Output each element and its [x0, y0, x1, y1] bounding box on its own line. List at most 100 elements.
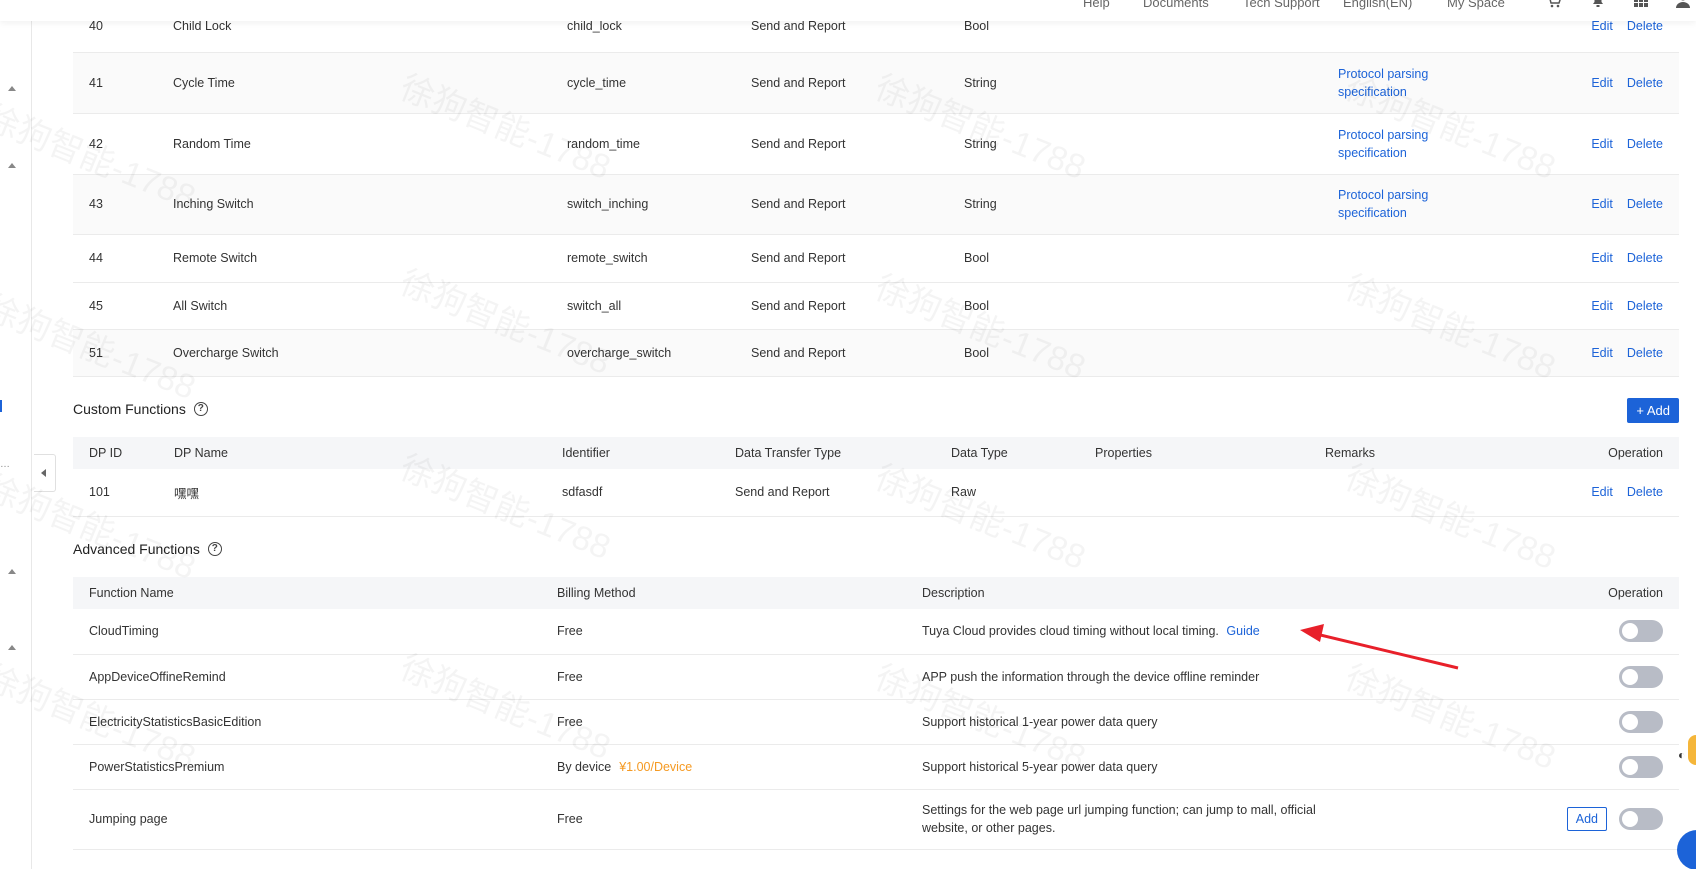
function-name-cell: PowerStatisticsPremium [73, 744, 557, 790]
floating-eye-icon[interactable]: ◐ [1678, 748, 1685, 762]
user-avatar-icon[interactable] [1674, 0, 1692, 9]
nav-language-link[interactable]: English(EN) [1343, 0, 1412, 10]
transfer-type-cell: Send and Report [751, 234, 964, 283]
price-label: ¥1.00/Device [619, 759, 693, 774]
billing-method-cell: Free [557, 609, 922, 655]
function-name-cell: Jumping page [73, 789, 557, 850]
operation-cell: Edit Delete [1538, 329, 1679, 377]
dp-id-cell: 51 [73, 329, 173, 377]
transfer-type-cell: Send and Report [751, 282, 964, 330]
delete-link[interactable]: Delete [1627, 346, 1663, 360]
dp-id-cell: 43 [73, 174, 173, 235]
dp-name-cell: Random Time [173, 113, 567, 175]
guide-link[interactable]: Guide [1226, 624, 1259, 638]
identifier-cell: switch_all [567, 282, 751, 330]
edit-link[interactable]: Edit [1591, 485, 1613, 499]
billing-method-cell: Free [557, 654, 922, 700]
custom-functions-title: Custom Functions ? [73, 401, 208, 417]
identifier-cell: remote_switch [567, 234, 751, 283]
table-row: 51 Overcharge Switch overcharge_switch S… [73, 329, 1679, 377]
expand-caret-icon[interactable] [8, 163, 16, 168]
nav-documents-link[interactable]: Documents [1143, 0, 1209, 10]
description-text: Tuya Cloud provides cloud timing without… [922, 624, 1219, 639]
advanced-functions-title: Advanced Functions ? [73, 541, 222, 557]
description-cell: Support historical 1-year power data que… [922, 699, 1522, 745]
custom-functions-title-text: Custom Functions [73, 401, 186, 417]
sidebar-more-icon[interactable]: … [0, 459, 10, 470]
delete-link[interactable]: Delete [1627, 197, 1663, 211]
help-icon[interactable]: ? [207, 542, 222, 556]
jumping-page-add-button[interactable]: Add [1566, 807, 1607, 831]
column-header: Data Transfer Type [735, 437, 951, 469]
remarks-cell [1338, 282, 1538, 330]
floating-support-button[interactable] [1677, 830, 1696, 869]
delete-link[interactable]: Delete [1627, 251, 1663, 265]
transfer-type-cell: Send and Report [735, 469, 951, 517]
floating-coin-icon[interactable] [1688, 735, 1696, 765]
data-type-cell: Bool [964, 329, 1338, 377]
edit-link[interactable]: Edit [1591, 137, 1613, 151]
protocol-spec-link[interactable]: Protocol parsing specification [1338, 126, 1448, 162]
expand-caret-icon[interactable] [8, 569, 16, 574]
offline-remind-toggle[interactable] [1619, 665, 1663, 688]
table-row: 45 All Switch switch_all Send and Report… [73, 282, 1679, 330]
edit-link[interactable]: Edit [1591, 197, 1613, 211]
operation-cell: Edit Delete [1538, 282, 1679, 330]
dp-name-cell: Cycle Time [173, 52, 567, 114]
cart-icon[interactable] [1544, 0, 1562, 9]
delete-link[interactable]: Delete [1627, 299, 1663, 313]
table-row: 43 Inching Switch switch_inching Send an… [73, 174, 1679, 235]
expand-caret-icon[interactable] [8, 645, 16, 650]
protocol-spec-link[interactable]: Protocol parsing specification [1338, 186, 1448, 222]
delete-link[interactable]: Delete [1627, 76, 1663, 90]
data-type-cell: String [964, 174, 1338, 235]
operation-cell: Edit Delete [1538, 113, 1679, 175]
delete-link[interactable]: Delete [1627, 137, 1663, 151]
column-header: Remarks [1325, 437, 1525, 469]
table-row: PowerStatisticsPremium By device ¥1.00/De… [73, 744, 1679, 790]
column-header: DP Name [174, 437, 562, 469]
edit-link[interactable]: Edit [1591, 251, 1613, 265]
nav-tech-support-link[interactable]: Tech Support [1243, 0, 1320, 10]
nav-my-space-link[interactable]: My Space [1447, 0, 1505, 10]
column-header: Data Type [951, 437, 1095, 469]
description-text: Settings for the web page url jumping fu… [922, 803, 1316, 835]
apps-grid-icon[interactable] [1632, 0, 1650, 9]
add-custom-function-button[interactable]: + Add [1627, 398, 1679, 423]
edit-link[interactable]: Edit [1591, 76, 1613, 90]
delete-link[interactable]: Delete [1627, 485, 1663, 499]
column-header: Operation [1522, 577, 1679, 609]
bell-icon[interactable] [1589, 0, 1607, 9]
operation-cell [1522, 654, 1679, 700]
edit-link[interactable]: Edit [1591, 299, 1613, 313]
data-type-cell: String [964, 113, 1338, 175]
sidebar-selected-indicator [0, 400, 2, 412]
protocol-spec-link[interactable]: Protocol parsing specification [1338, 65, 1448, 101]
operation-cell: Edit Delete [1538, 52, 1679, 114]
sidebar-collapse-button[interactable] [34, 454, 56, 492]
identifier-cell: sdfasdf [562, 469, 735, 517]
data-type-cell: Raw [951, 469, 1095, 517]
dp-name-cell: Overcharge Switch [173, 329, 567, 377]
properties-cell [1095, 469, 1325, 517]
table-row: 42 Random Time random_time Send and Repo… [73, 113, 1679, 175]
dp-id-cell: 44 [73, 234, 173, 283]
billing-method-cell: By device ¥1.00/Device [557, 744, 922, 790]
expand-caret-icon[interactable] [8, 86, 16, 91]
table-row: ElectricityStatisticsBasicEdition Free S… [73, 699, 1679, 745]
edit-link[interactable]: Edit [1591, 346, 1613, 360]
column-header: Description [922, 577, 1522, 609]
cloud-timing-toggle[interactable] [1619, 620, 1663, 643]
billing-method-cell: Free [557, 699, 922, 745]
left-sidebar: … [0, 0, 32, 869]
remarks-cell [1338, 234, 1538, 283]
jumping-page-toggle[interactable] [1619, 808, 1663, 830]
dp-name-cell: 嘿嘿 [174, 469, 562, 517]
power-stats-premium-toggle[interactable] [1619, 755, 1663, 778]
electricity-stats-toggle[interactable] [1619, 710, 1663, 733]
nav-help-link[interactable]: Help [1083, 0, 1110, 10]
column-header: Identifier [562, 437, 735, 469]
help-icon[interactable]: ? [193, 402, 208, 416]
table-header-row: Function Name Billing Method Description… [73, 577, 1679, 609]
column-header: Billing Method [557, 577, 922, 609]
